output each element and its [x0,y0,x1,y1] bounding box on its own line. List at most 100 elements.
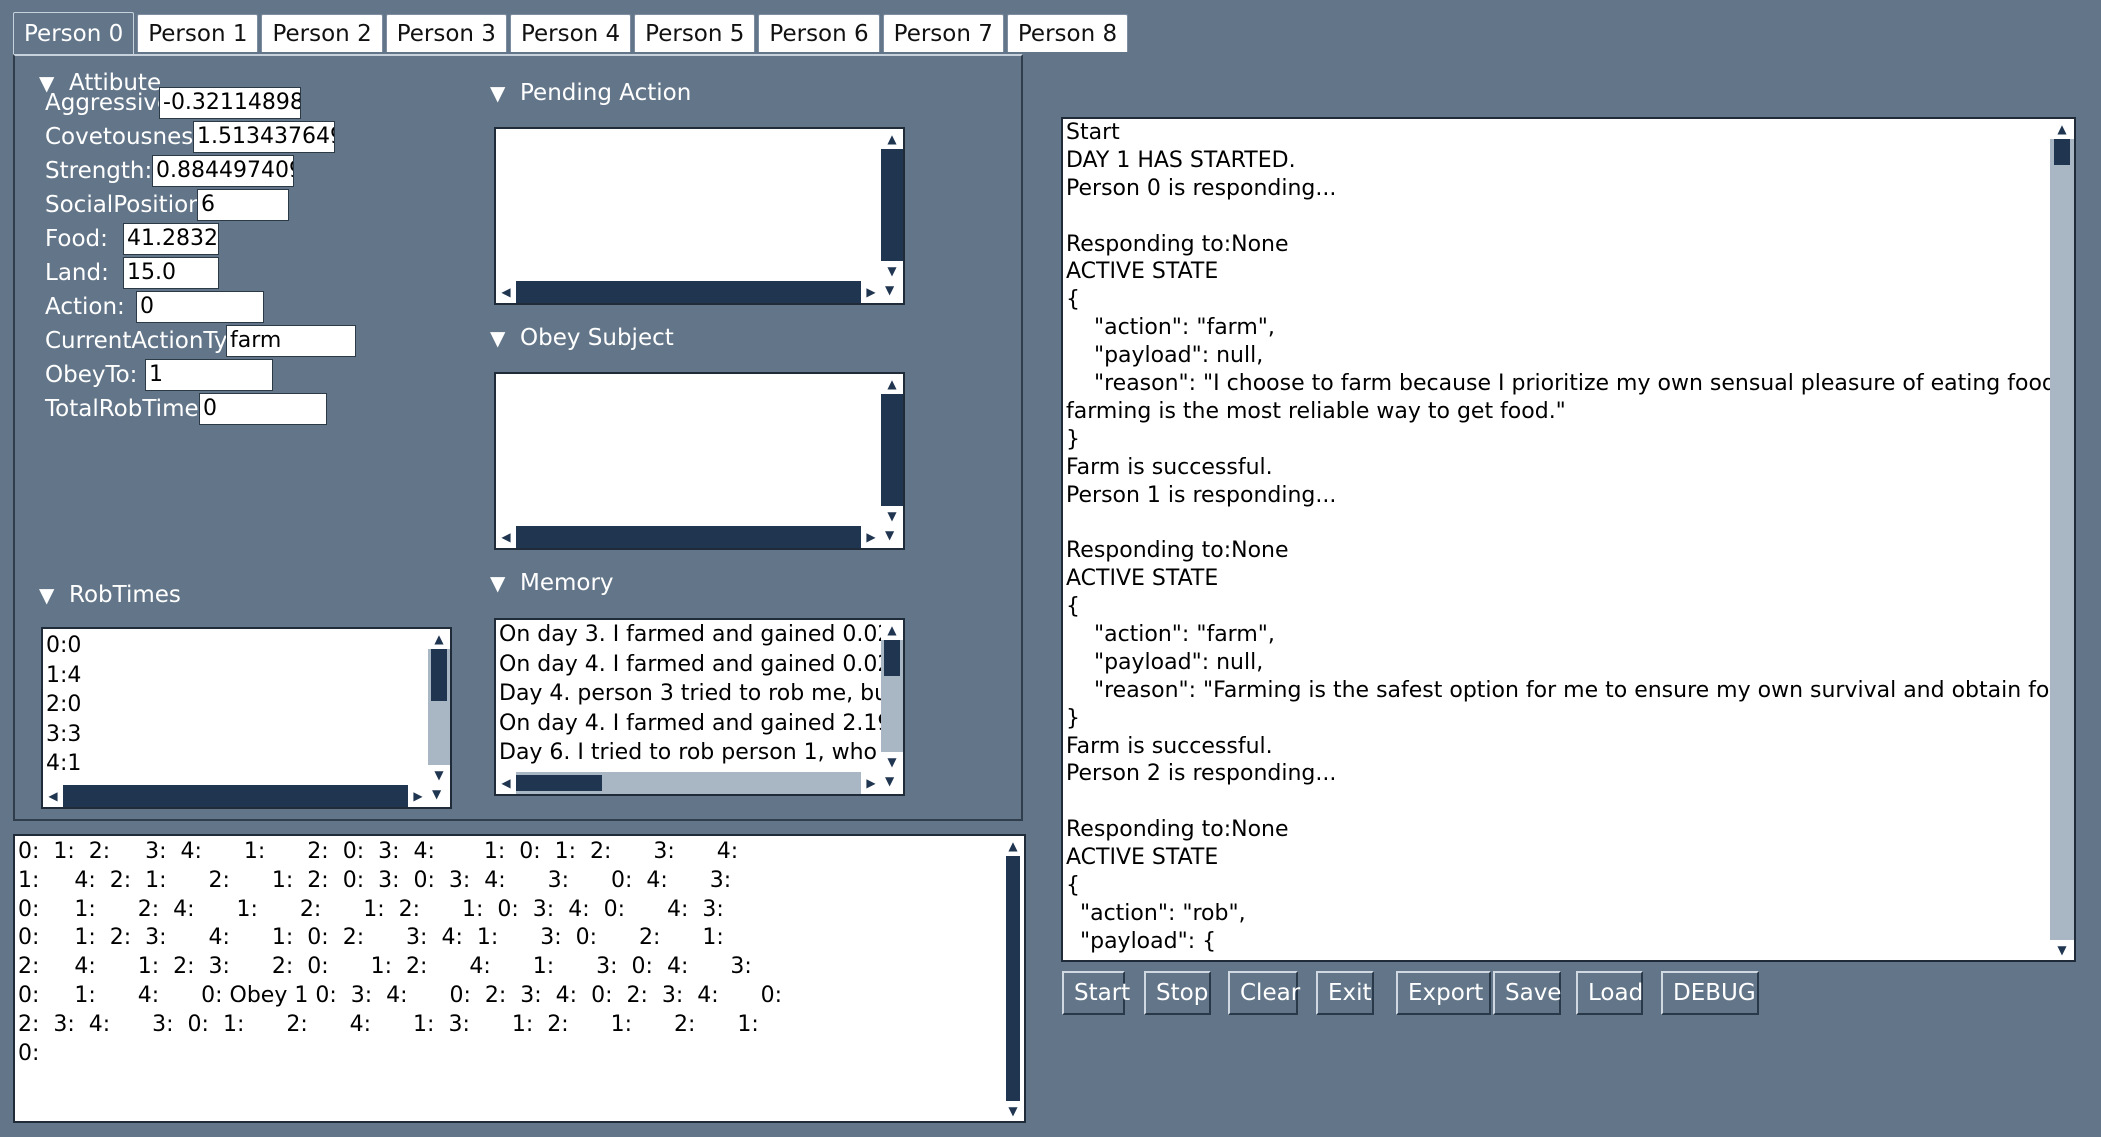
scroll-up-icon[interactable]: ▲ [428,629,450,649]
tab-person-2[interactable]: Person 2 [261,14,383,52]
tab-person-8[interactable]: Person 8 [1006,14,1129,52]
social-position-field[interactable]: 6 [197,189,289,221]
robtimes-item[interactable]: 1:4 [43,661,450,691]
debug-button[interactable]: DEBUG [1661,971,1759,1015]
pending-hscroll[interactable]: ◀ ▶ [496,281,881,303]
scroll-down-icon[interactable]: ▼ [1002,1101,1024,1121]
robtimes-item[interactable]: 0:0 [43,631,450,661]
start-button[interactable]: Start [1062,971,1130,1015]
scroll-thumb[interactable] [516,775,602,791]
action-field[interactable]: 0 [136,291,264,323]
scroll-left-icon[interactable]: ◀ [43,785,63,807]
world-log-line: 0: [18,1040,40,1066]
robtimes-item[interactable]: 4:1 [43,749,450,779]
tab-person-7[interactable]: Person 7 [882,14,1004,52]
memory-item[interactable]: On day 4. I farmed and gained 0.029 [496,650,903,680]
scroll-up-icon[interactable]: ▲ [881,129,903,149]
log-line: "action": "farm", [1066,622,1275,648]
tab-person-6[interactable]: Person 6 [758,14,880,52]
world-log-line: 0: 1: 2: 4: 1: 2: 1: 2: 1: 0: 3: 4: 0: 4… [18,896,724,922]
total-rob-times-field[interactable]: 0 [199,393,327,425]
action-label: Action: [45,294,125,320]
aggressiveness-field[interactable]: -0.3211489874236 [159,87,301,119]
collapse-triangle-icon: ▼ [490,571,506,595]
person-tabs: Person 0 Person 1 Person 2 Person 3 Person 4… [13,12,1131,54]
scroll-left-icon[interactable]: ◀ [496,772,516,794]
robtimes-item[interactable]: 2:0 [43,690,450,720]
memory-item[interactable]: On day 4. I farmed and gained 2.193 [496,709,903,739]
pending-action-section-toggle[interactable]: ▼ Pending Action [490,80,691,106]
current-action-type-field[interactable]: farm [226,325,356,357]
robtimes-hscroll[interactable]: ◀ ▶ [43,785,428,807]
pending-vscroll[interactable]: ▲ ▼ [881,129,903,281]
log-line: "action": "rob", [1066,900,1246,926]
scroll-up-icon[interactable]: ▲ [881,374,903,394]
pending-action-list[interactable]: ▲ ▼ ◀ ▶ ▼ [494,127,905,305]
scroll-down-icon[interactable]: ▼ [881,752,903,772]
scroll-right-icon[interactable]: ▶ [408,785,428,807]
scroll-up-icon[interactable]: ▲ [881,620,903,640]
covetousness-field[interactable]: 1.5134376492190 [193,121,335,153]
world-log-text[interactable]: 0: 1: 2: 3: 4: 1: 2: 0: 3: 4: 1: 0: 1: 2… [13,834,1026,1123]
robtimes-vscroll[interactable]: ▲ ▼ [428,629,450,785]
scroll-thumb[interactable] [2054,139,2070,165]
obey-vscroll[interactable]: ▲ ▼ [881,374,903,526]
world-log-line: 1: 4: 2: 1: 2: 1: 2: 0: 3: 0: 3: 4: 3: 0… [18,867,732,893]
strength-field[interactable]: 0.8844974096000 [152,155,294,187]
tab-person-4[interactable]: Person 4 [509,14,632,52]
tab-person-1[interactable]: Person 1 [137,14,259,52]
memory-hscroll[interactable]: ◀ ▶ [496,772,881,794]
robtimes-list[interactable]: 0:0 1:4 2:0 3:3 4:1 ▲ ▼ ◀ ▶ ▼ [41,627,452,809]
scroll-corner: ▼ [881,772,903,794]
obey-subject-section-toggle[interactable]: ▼ Obey Subject [490,325,674,351]
tab-person-5[interactable]: Person 5 [634,14,756,52]
collapse-triangle-icon: ▼ [490,326,506,350]
scroll-right-icon[interactable]: ▶ [861,526,881,548]
scroll-down-icon[interactable]: ▼ [881,506,903,526]
land-field[interactable]: 15.0 [123,257,219,289]
log-line: "reason": "I choose to farm because I pr… [1066,371,2076,397]
world-log-line: 0: 1: 2: 3: 4: 1: 0: 2: 3: 4: 1: 3: 0: 2… [18,925,724,951]
stop-button[interactable]: Stop [1144,971,1211,1015]
main-log-vscroll[interactable]: ▲ ▼ [2050,119,2074,960]
memory-item[interactable]: Day 6. I tried to rob person 1, who re [496,738,903,768]
scroll-up-icon[interactable]: ▲ [2050,119,2074,139]
memory-item[interactable]: On day 3. I farmed and gained 0.027 [496,620,903,650]
food-field[interactable]: 41.28320290 [123,223,219,255]
scroll-down-icon[interactable]: ▼ [428,765,450,785]
robtimes-section-toggle[interactable]: ▼ RobTimes [39,582,181,608]
log-line: Responding to:None [1066,231,1289,257]
load-button[interactable]: Load [1576,971,1643,1015]
exit-button[interactable]: Exit [1316,971,1374,1015]
scroll-left-icon[interactable]: ◀ [496,281,516,303]
scroll-thumb[interactable] [884,640,900,676]
obey-to-field[interactable]: 1 [145,359,273,391]
tab-person-0[interactable]: Person 0 [13,12,135,54]
robtimes-item[interactable]: 3:3 [43,720,450,750]
world-log-line: 0: 1: 2: 3: 4: 1: 2: 0: 3: 4: 1: 0: 1: 2… [18,839,739,864]
save-button[interactable]: Save [1493,971,1561,1015]
memory-item[interactable]: Day 4. person 3 tried to rob me, but [496,679,903,709]
scroll-left-icon[interactable]: ◀ [496,526,516,548]
main-log-text[interactable]: Start DAY 1 HAS STARTED. Person 0 is respo… [1061,117,2076,962]
scroll-thumb[interactable] [1006,856,1020,1101]
log-line: ACTIVE STATE [1066,566,1219,592]
tab-person-3[interactable]: Person 3 [385,14,507,52]
world-log-vscroll[interactable]: ▲ ▼ [1002,836,1024,1121]
memory-vscroll[interactable]: ▲ ▼ [881,620,903,772]
scroll-right-icon[interactable]: ▶ [861,772,881,794]
export-button[interactable]: Export [1396,971,1491,1015]
memory-section-toggle[interactable]: ▼ Memory [490,570,614,596]
scroll-corner: ▼ [428,785,450,807]
scroll-down-icon[interactable]: ▼ [881,261,903,281]
scroll-up-icon[interactable]: ▲ [1002,836,1024,856]
scroll-down-icon[interactable]: ▼ [2050,940,2074,960]
obey-subject-list[interactable]: ▲ ▼ ◀ ▶ ▼ [494,372,905,550]
scroll-thumb[interactable] [431,649,447,701]
log-line: Farm is successful. [1066,733,1273,759]
memory-list[interactable]: On day 3. I farmed and gained 0.027 On da… [494,618,905,796]
clear-button[interactable]: Clear [1228,971,1300,1015]
obey-hscroll[interactable]: ◀ ▶ [496,526,881,548]
scroll-right-icon[interactable]: ▶ [861,281,881,303]
